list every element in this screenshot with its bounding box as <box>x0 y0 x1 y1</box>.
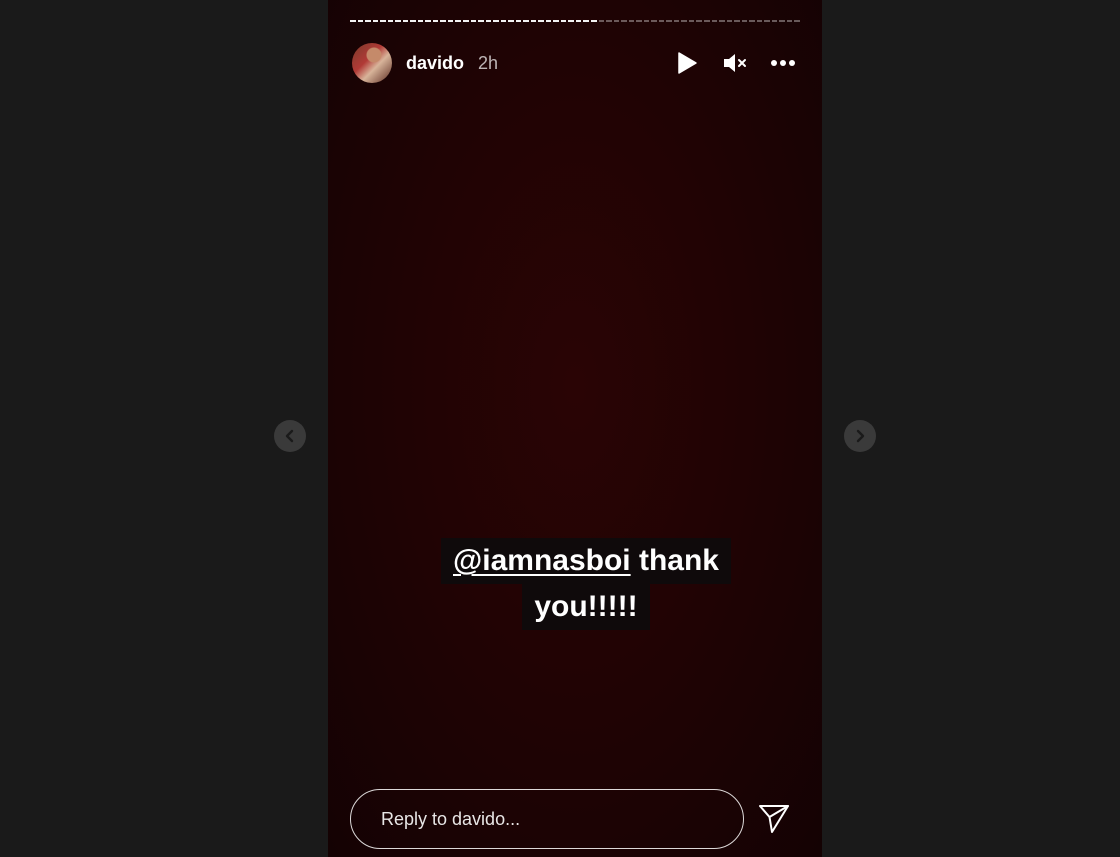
more-options-icon <box>771 60 795 66</box>
progress-segment <box>515 20 522 22</box>
progress-segment <box>380 20 386 22</box>
story-caption: @iamnasboi thank you!!!!! <box>328 538 800 630</box>
progress-segment <box>478 20 484 22</box>
progress-segment <box>613 20 620 22</box>
play-button[interactable] <box>674 50 700 76</box>
reply-input[interactable] <box>379 807 723 831</box>
progress-segment <box>711 20 718 22</box>
time-ago: 2h <box>478 52 499 73</box>
progress-segment <box>771 20 778 22</box>
muted-speaker-icon <box>724 54 746 72</box>
progress-segment <box>749 20 755 22</box>
progress-segment <box>741 20 748 22</box>
more-options-button[interactable] <box>770 50 796 76</box>
progress-segment <box>425 20 431 22</box>
progress-segment <box>734 20 740 22</box>
mention-link[interactable]: @iamnasboi <box>453 544 631 577</box>
progress-segment <box>606 20 612 22</box>
progress-segment <box>372 20 379 22</box>
progress-segment <box>508 20 514 22</box>
progress-segment <box>455 20 461 22</box>
send-button[interactable] <box>756 800 792 836</box>
progress-segment <box>447 20 454 22</box>
progress-segment <box>538 20 544 22</box>
progress-segment <box>598 20 605 22</box>
progress-segment <box>794 20 800 22</box>
story-progress-bar <box>350 20 800 22</box>
chevron-right-icon <box>856 429 865 443</box>
progress-segment <box>628 20 635 22</box>
story-header: davido 2h <box>352 40 802 86</box>
progress-segment <box>545 20 552 22</box>
avatar[interactable] <box>352 43 392 83</box>
previous-story-button[interactable] <box>274 420 306 452</box>
progress-segment <box>591 20 597 22</box>
caption-text-1: thank <box>630 544 719 577</box>
story-panel[interactable]: davido 2h @iamnasboi thank you!!!!! Repl… <box>328 0 822 857</box>
progress-segment <box>673 20 680 22</box>
progress-segment <box>402 20 409 22</box>
play-icon <box>678 52 697 74</box>
story-viewer: davido 2h @iamnasboi thank you!!!!! Repl… <box>0 0 1120 857</box>
progress-segment <box>583 20 589 22</box>
progress-segment <box>658 20 665 22</box>
progress-segment <box>417 20 424 22</box>
story-controls <box>674 40 796 86</box>
progress-segment <box>643 20 650 22</box>
caption-text-2: you!!!!! <box>534 590 638 623</box>
progress-segment <box>666 20 672 22</box>
caption-line-1: @iamnasboi thank <box>441 538 731 584</box>
progress-segment <box>719 20 725 22</box>
progress-segment <box>779 20 785 22</box>
progress-segment <box>440 20 446 22</box>
progress-segment <box>530 20 537 22</box>
progress-segment <box>688 20 695 22</box>
progress-segment <box>365 20 371 22</box>
progress-segment <box>681 20 687 22</box>
progress-segment <box>621 20 627 22</box>
progress-segment <box>560 20 567 22</box>
progress-segment <box>410 20 416 22</box>
progress-segment <box>387 20 394 22</box>
progress-segment <box>395 20 401 22</box>
progress-segment <box>651 20 657 22</box>
progress-segment <box>432 20 439 22</box>
progress-segment <box>523 20 529 22</box>
progress-segment <box>696 20 702 22</box>
progress-segment <box>500 20 507 22</box>
progress-segment <box>493 20 499 22</box>
caption-line-2: you!!!!! <box>522 584 650 630</box>
progress-segment <box>703 20 710 22</box>
progress-segment <box>357 20 364 22</box>
reply-bar <box>350 789 744 849</box>
chevron-left-icon <box>285 429 294 443</box>
progress-segment <box>350 20 356 22</box>
progress-segment <box>636 20 642 22</box>
progress-segment <box>485 20 492 22</box>
progress-segment <box>575 20 582 22</box>
progress-segment <box>568 20 574 22</box>
send-icon <box>759 805 789 833</box>
progress-segment <box>462 20 469 22</box>
username[interactable]: davido <box>406 53 464 74</box>
progress-segment <box>764 20 770 22</box>
next-story-button[interactable] <box>844 420 876 452</box>
progress-segment <box>726 20 733 22</box>
mute-button[interactable] <box>722 50 748 76</box>
progress-segment <box>470 20 477 22</box>
progress-segment <box>756 20 763 22</box>
progress-segment <box>553 20 559 22</box>
progress-segment <box>786 20 793 22</box>
